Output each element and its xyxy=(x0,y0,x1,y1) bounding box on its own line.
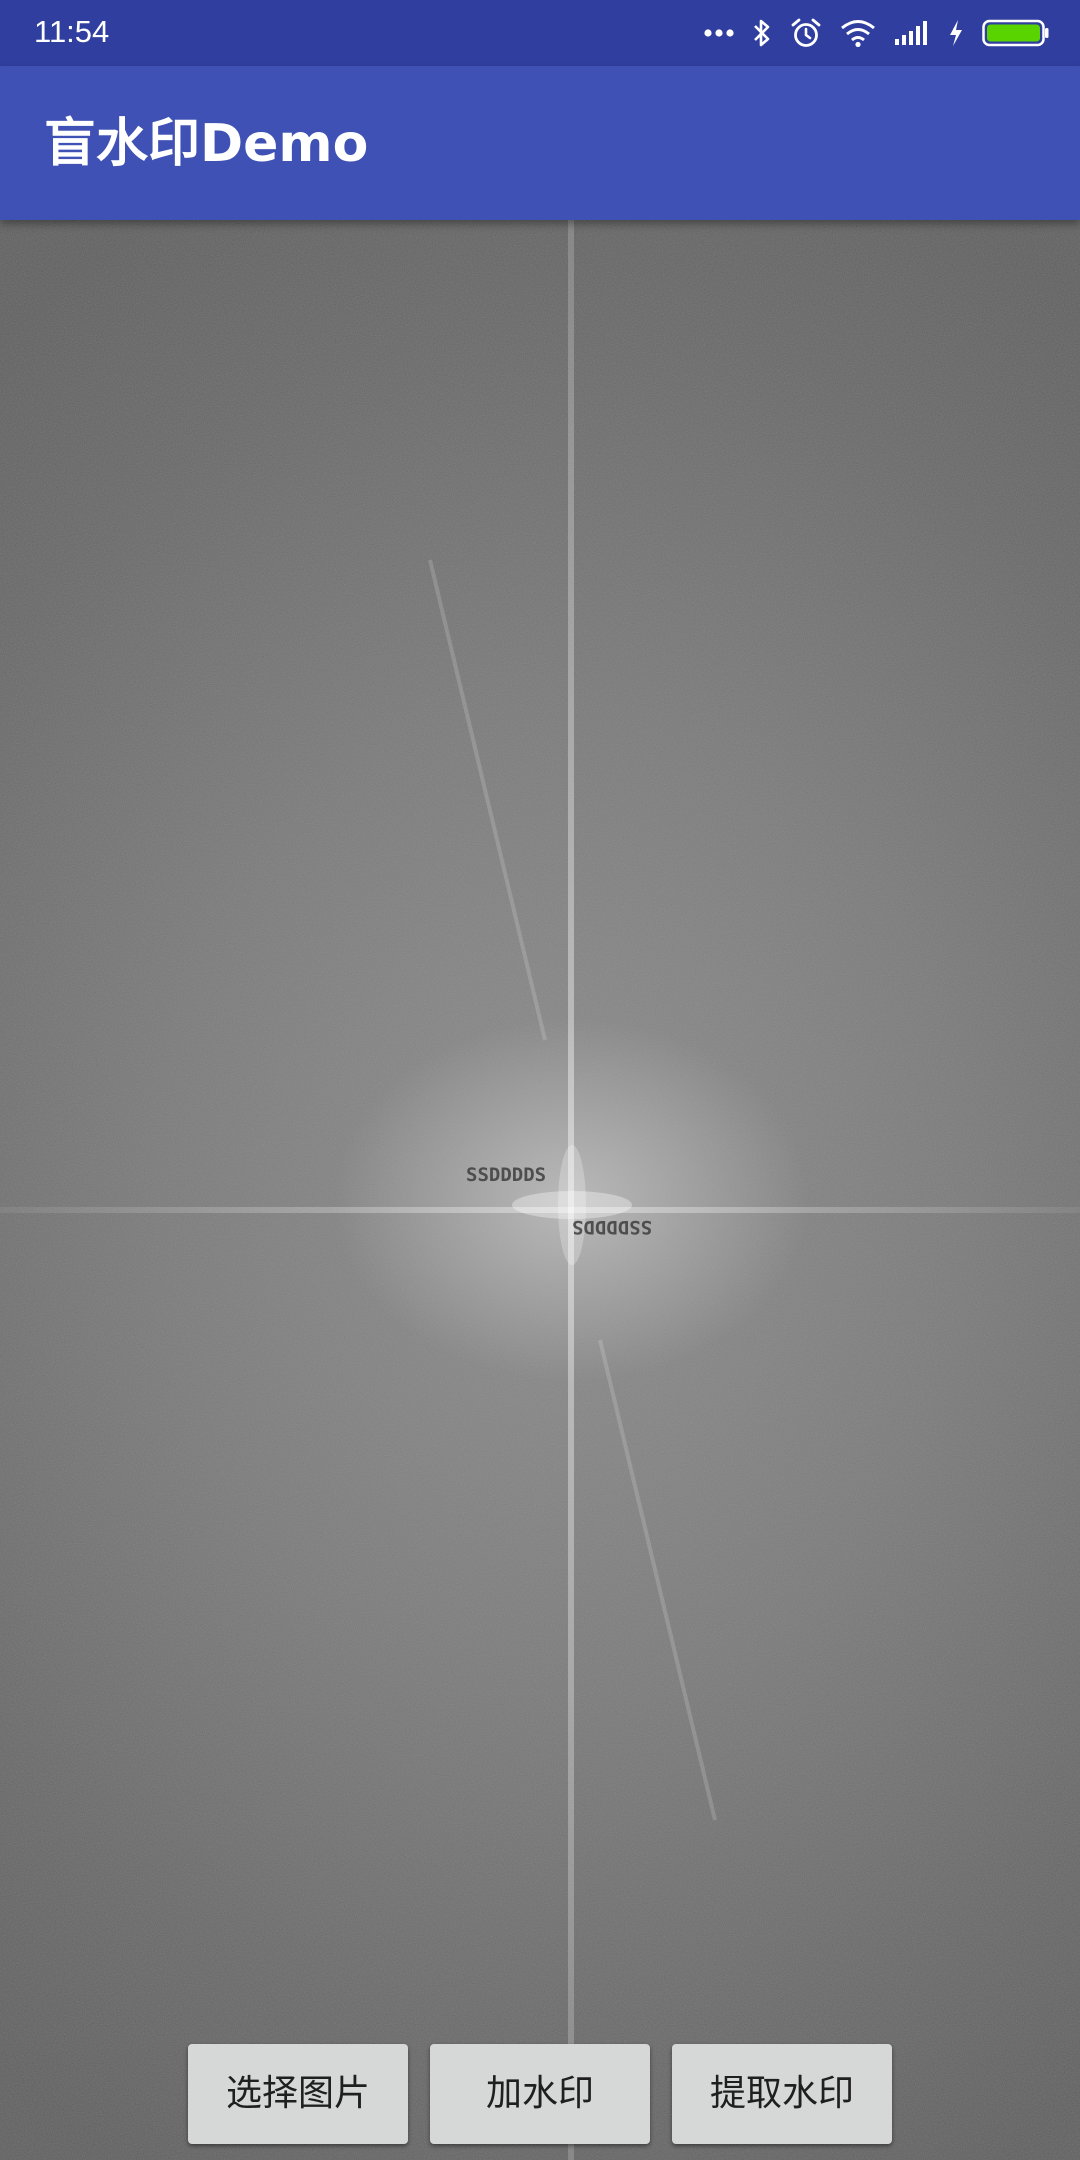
spectrum-texture xyxy=(0,220,1080,2160)
status-icons xyxy=(704,10,1050,56)
signal-icon xyxy=(895,21,927,45)
app-title: 盲水印Demo xyxy=(44,114,369,174)
add-watermark-button[interactable]: 加水印 xyxy=(430,2044,650,2144)
app-bar: 盲水印Demo xyxy=(0,66,1080,220)
button-row: 选择图片 加水印 提取水印 xyxy=(0,2044,1080,2144)
status-bar: 11:54 xyxy=(0,0,1080,66)
extract-watermark-button[interactable]: 提取水印 xyxy=(672,2044,892,2144)
charging-icon xyxy=(950,20,962,46)
alarm-icon xyxy=(791,18,821,47)
bluetooth-icon xyxy=(754,19,770,47)
wifi-icon xyxy=(841,20,875,47)
watermark-text-lower: SSDDDDS xyxy=(572,1216,653,1238)
watermark-spectrum-image: SSDDDDS SSDDDDS xyxy=(0,220,1080,2160)
status-time: 11:54 xyxy=(34,14,110,49)
select-image-button[interactable]: 选择图片 xyxy=(188,2044,408,2144)
watermark-text-upper: SSDDDDS xyxy=(466,1164,547,1186)
battery-icon xyxy=(982,19,1049,47)
more-dots-icon xyxy=(704,29,734,37)
